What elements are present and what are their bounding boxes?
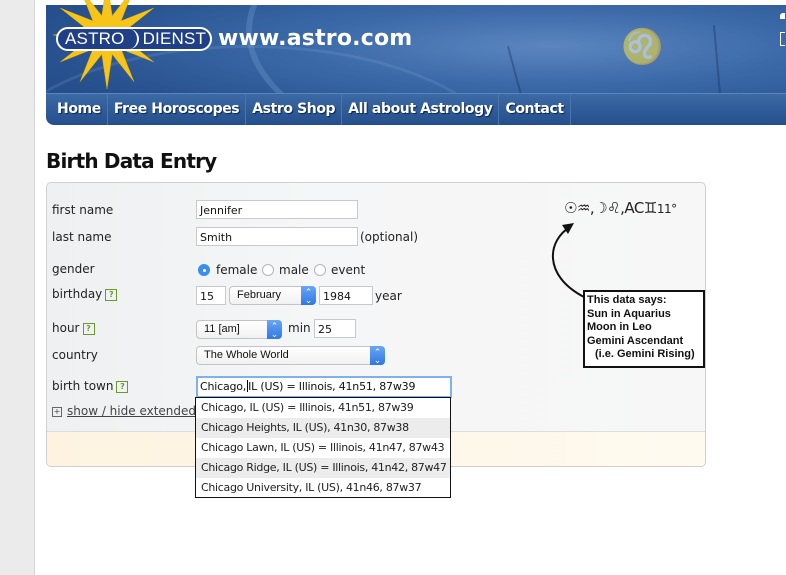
birth-town-input[interactable]: Chicago, IL (US) = Illinois, 41n51, 87w39 <box>196 376 452 398</box>
site-url-title[interactable]: www.astro.com <box>218 26 412 51</box>
hour-select[interactable]: 11 [am] ⌃ ⌄ <box>196 320 282 339</box>
hour-label: hour? <box>52 321 95 335</box>
birth-town-help-icon[interactable]: ? <box>116 381 129 393</box>
astrodienst-logo[interactable]: ASTRO DIENST <box>56 27 212 51</box>
gender-event-label[interactable]: event <box>331 263 365 277</box>
birthday-month-select[interactable]: February ⌃ ⌄ <box>229 286 316 305</box>
leo-glyph-decor: ♌ <box>621 27 664 67</box>
birth-town-suggestions: Chicago, IL (US) = Illinois, 41n51, 87w3… <box>195 397 451 498</box>
main-nav: Home Free Horoscopes Astro Shop All abou… <box>46 93 786 125</box>
header-corner-icons[interactable] <box>780 13 786 46</box>
logo-separator <box>127 29 139 49</box>
ascendant-label: AC <box>624 199 644 217</box>
nav-free-horoscopes[interactable]: Free Horoscopes <box>108 94 247 125</box>
annotation-line: Moon in Leo <box>587 321 652 333</box>
logo-text-dienst: DIENST <box>142 29 207 48</box>
logo-text-astro: ASTRO <box>65 29 125 48</box>
suggestion-item[interactable]: Chicago Ridge, IL (US) = Illinois, 41n42… <box>196 458 450 478</box>
ascendant-degree: 11° <box>656 202 677 216</box>
suggestion-item[interactable]: Chicago Heights, IL (US), 41n30, 87w38 <box>196 418 450 438</box>
year-label: year <box>375 289 402 303</box>
birthday-label-text: birthday <box>52 287 103 301</box>
plus-box-icon: + <box>52 407 62 417</box>
hour-help-icon[interactable]: ? <box>82 323 95 335</box>
last-name-optional-note: (optional) <box>360 230 418 244</box>
last-name-input[interactable]: Smith <box>196 227 358 246</box>
gender-male-label[interactable]: male <box>279 263 309 277</box>
suggestion-item[interactable]: Chicago University, IL (US), 41n46, 87w3… <box>196 478 450 498</box>
birthday-year-input[interactable]: 1984 <box>319 286 373 305</box>
suggestion-item[interactable]: Chicago, IL (US) = Illinois, 41n51, 87w3… <box>196 398 450 418</box>
nav-contact[interactable]: Contact <box>499 94 571 125</box>
first-name-input[interactable]: Jennifer <box>196 200 358 219</box>
birth-town-text-before-caret: Chicago, <box>200 380 247 393</box>
login-box-icon[interactable] <box>780 32 785 46</box>
user-icon[interactable] <box>780 13 785 19</box>
annotation-line: Gemini Ascendant <box>587 334 684 347</box>
annotation-line: This data says: <box>587 294 667 306</box>
select-chevron-icon: ⌃ ⌄ <box>370 346 385 365</box>
last-name-label: last name <box>52 230 112 244</box>
annotation-callout: This data says: Sun in Aquarius Moon in … <box>583 290 705 368</box>
leo-sign-icon: ♌ <box>607 199 621 217</box>
birth-town-label-text: birth town <box>52 379 114 393</box>
extended-settings-toggle[interactable]: + show / hide extended s <box>52 404 206 418</box>
birth-town-label: birth town? <box>52 379 129 393</box>
minute-input[interactable]: 25 <box>314 319 356 338</box>
hour-label-text: hour <box>52 321 80 335</box>
nav-all-about-astrology[interactable]: All about Astrology <box>342 94 500 125</box>
gender-female-radio[interactable] <box>198 264 210 276</box>
country-value: The Whole World <box>204 349 289 361</box>
birth-town-text-after-caret: IL (US) = Illinois, 41n51, 87w39 <box>248 380 416 393</box>
extended-settings-link[interactable]: show / hide extended s <box>67 404 206 418</box>
gender-female-label[interactable]: female <box>216 263 257 277</box>
country-select[interactable]: The Whole World ⌃ ⌄ <box>196 346 385 365</box>
min-label: min <box>288 321 311 335</box>
gender-label: gender <box>52 262 95 276</box>
hour-value: 11 [am] <box>204 323 240 335</box>
annotation-line: (i.e. Gemini Rising) <box>595 348 695 360</box>
gender-event-radio[interactable] <box>314 264 326 276</box>
birthday-month-value: February <box>237 289 282 301</box>
page-title: Birth Data Entry <box>46 149 217 173</box>
select-chevron-icon: ⌃ ⌄ <box>301 286 316 305</box>
birthday-label: birthday? <box>52 287 118 301</box>
first-name-label: first name <box>52 203 114 217</box>
birthday-day-input[interactable]: 15 <box>196 286 226 305</box>
nav-home[interactable]: Home <box>46 94 108 125</box>
gemini-sign-icon: ♊ <box>643 199 657 217</box>
suggestion-item[interactable]: Chicago Lawn, IL (US) = Illinois, 41n47,… <box>196 438 450 458</box>
nav-astro-shop[interactable]: Astro Shop <box>246 94 343 125</box>
country-label: country <box>52 348 98 362</box>
left-sidebar-rail <box>0 0 35 575</box>
birthday-help-icon[interactable]: ? <box>105 289 118 301</box>
select-chevron-icon: ⌃ ⌄ <box>267 320 282 339</box>
annotation-line: Sun in Aquarius <box>587 307 671 320</box>
gender-male-radio[interactable] <box>262 264 274 276</box>
